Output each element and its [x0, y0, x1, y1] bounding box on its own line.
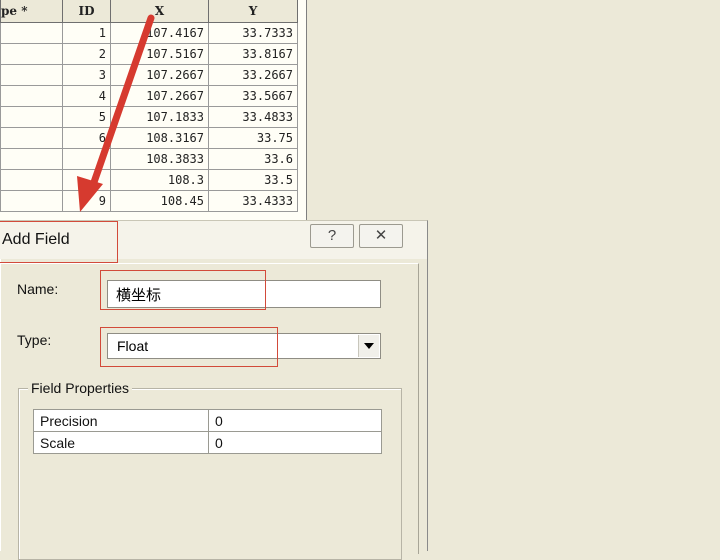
cell-x: 107.5167: [110, 43, 209, 65]
cell-y: 33.4833: [208, 106, 298, 128]
cell-y: 33.5667: [208, 85, 298, 107]
name-label: Name:: [17, 281, 59, 297]
column-header-id[interactable]: ID: [62, 0, 111, 23]
property-row-scale[interactable]: Scale 0: [33, 431, 382, 454]
cell-type: [0, 43, 63, 65]
cell-y: 33.4333: [208, 190, 298, 212]
property-value[interactable]: 0: [208, 431, 382, 454]
close-x-icon: ✕: [374, 227, 388, 244]
attribute-grid: pe * ID X Y 1 107.4167 33.7333 2 107.5167 33…: [0, 0, 298, 212]
property-key: Precision: [33, 409, 209, 432]
table-row[interactable]: 3 107.2667 33.2667: [0, 64, 298, 86]
cell-y: 33.75: [208, 127, 298, 149]
cell-x: 108.3833: [110, 148, 209, 170]
cell-id: 2: [62, 43, 111, 65]
cell-x: 107.2667: [110, 64, 209, 86]
cell-x: 107.4167: [110, 22, 209, 44]
table-row[interactable]: 9 108.45 33.4333: [0, 190, 298, 212]
cell-id: 3: [62, 64, 111, 86]
cell-x: 108.45: [110, 190, 209, 212]
cell-x: 107.1833: [110, 106, 209, 128]
column-header-x[interactable]: X: [110, 0, 209, 23]
question-mark-icon: ?: [327, 227, 337, 244]
table-row[interactable]: 1 107.4167 33.7333: [0, 22, 298, 44]
cell-type: [0, 106, 63, 128]
cell-y: 33.6: [208, 148, 298, 170]
add-field-dialog: Add Field ? ✕ Name: 横坐标 Type: Float Fiel…: [0, 220, 428, 560]
cell-id: 5: [62, 106, 111, 128]
table-row[interactable]: 108.3 33.5: [0, 169, 298, 191]
close-button[interactable]: ✕: [359, 224, 403, 248]
cell-y: 33.2667: [208, 64, 298, 86]
table-header-row: pe * ID X Y: [0, 0, 298, 23]
cell-x: 108.3167: [110, 127, 209, 149]
cell-id: 9: [62, 190, 111, 212]
attribute-table: pe * ID X Y 1 107.4167 33.7333 2 107.5167 33…: [0, 0, 307, 230]
property-row-precision[interactable]: Precision 0: [33, 409, 382, 432]
type-label: Type:: [17, 332, 52, 348]
cell-type: [0, 64, 63, 86]
dialog-titlebar[interactable]: Add Field ? ✕: [0, 221, 427, 263]
table-row[interactable]: 6 108.3167 33.75: [0, 127, 298, 149]
title-annotation-box: [0, 221, 118, 263]
property-key: Scale: [33, 431, 209, 454]
cell-type: [0, 85, 63, 107]
name-annotation-box: [100, 270, 266, 310]
column-header-type[interactable]: pe *: [0, 0, 63, 23]
property-value[interactable]: 0: [208, 409, 382, 432]
cell-type: [0, 127, 63, 149]
cell-id: 6: [62, 127, 111, 149]
column-header-y[interactable]: Y: [208, 0, 298, 23]
cell-y: 33.5: [208, 169, 298, 191]
cell-y: 33.8167: [208, 43, 298, 65]
cell-type: [0, 148, 63, 170]
table-row[interactable]: 2 107.5167 33.8167: [0, 43, 298, 65]
cell-id: 4: [62, 85, 111, 107]
field-properties-table: Precision 0 Scale 0: [33, 409, 382, 454]
cell-x: 108.3: [110, 169, 209, 191]
cell-id: 1: [62, 22, 111, 44]
cell-id: [62, 169, 111, 191]
cell-type: [0, 169, 63, 191]
table-row[interactable]: 108.3833 33.6: [0, 148, 298, 170]
cell-id: [62, 148, 111, 170]
field-properties-title: Field Properties: [28, 380, 133, 396]
cell-y: 33.7333: [208, 22, 298, 44]
table-row[interactable]: 4 107.2667 33.5667: [0, 85, 298, 107]
cell-type: [0, 22, 63, 44]
help-button[interactable]: ?: [310, 224, 354, 248]
table-row[interactable]: 5 107.1833 33.4833: [0, 106, 298, 128]
cell-type: [0, 190, 63, 212]
chevron-down-icon[interactable]: [358, 335, 379, 357]
type-annotation-box: [100, 327, 278, 367]
cell-x: 107.2667: [110, 85, 209, 107]
